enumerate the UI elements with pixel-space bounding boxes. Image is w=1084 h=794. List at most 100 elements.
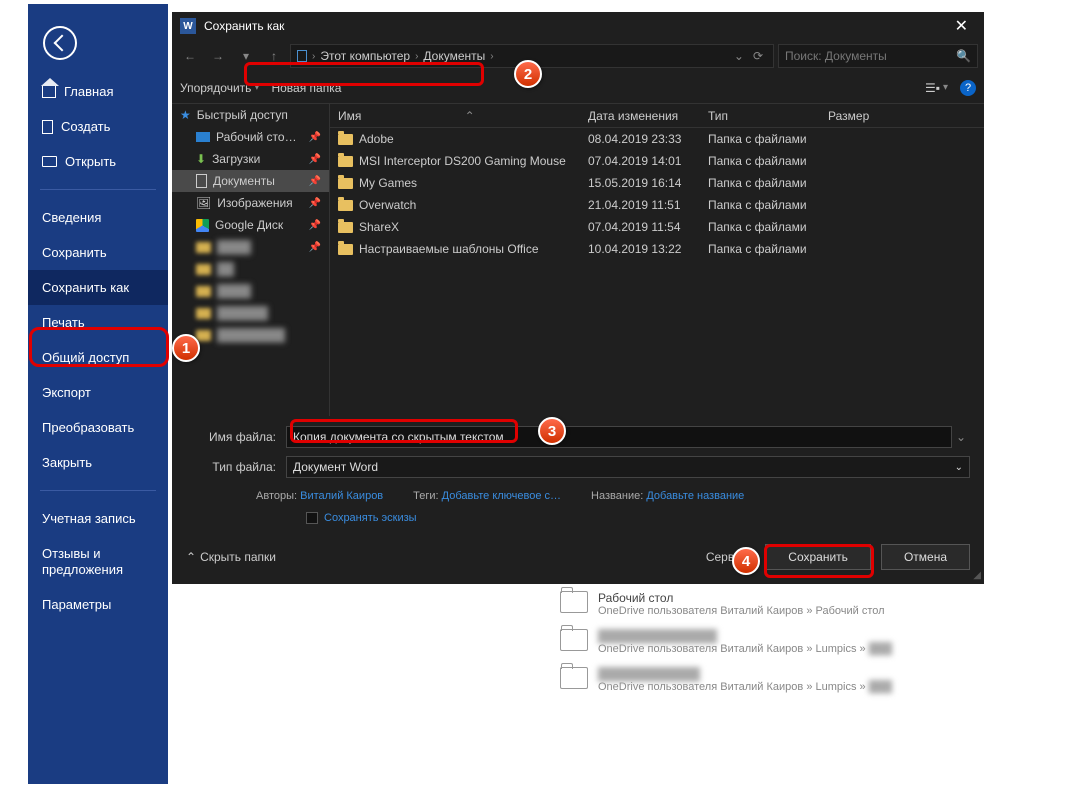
tree-gdrive[interactable]: Google Диск📌 [172, 214, 329, 236]
folder-icon [196, 308, 211, 319]
filename-label: Имя файла: [186, 430, 286, 444]
tree-downloads[interactable]: ⬇Загрузки📌 [172, 148, 329, 170]
chevron-up-icon: ⌃ [186, 550, 196, 564]
nav-save-as[interactable]: Сохранить как [28, 270, 168, 305]
file-row[interactable]: Adobe08.04.2019 23:33Папка с файлами [330, 128, 984, 150]
tree-documents[interactable]: Документы📌 [172, 170, 329, 192]
tree-folder-blur[interactable]: ██ [172, 258, 329, 280]
thumbnail-checkbox[interactable] [306, 512, 318, 524]
tags-label: Теги: [413, 490, 438, 502]
col-date[interactable]: Дата изменения [580, 109, 700, 123]
file-name: ShareX [359, 220, 399, 234]
folder-icon [42, 156, 57, 167]
new-folder-button[interactable]: Новая папка [271, 81, 341, 95]
nav-feedback[interactable]: Отзывы и предложения [28, 536, 168, 587]
chevron-down-icon: ⌄ [955, 462, 963, 473]
document-icon [196, 174, 207, 188]
bg-item[interactable]: ████████████OneDrive пользователя Витали… [560, 661, 1000, 699]
file-name: Настраиваемые шаблоны Office [359, 242, 539, 256]
folder-icon [338, 178, 353, 189]
breadcrumb-segment[interactable]: Этот компьютер [320, 49, 410, 63]
save-button[interactable]: Сохранить [765, 544, 871, 570]
nav-open[interactable]: Открыть [28, 144, 168, 179]
thumbnail-label: Сохранять эскизы [324, 512, 417, 524]
nav-recent-icon[interactable]: ▾ [234, 44, 258, 68]
col-size[interactable]: Размер [820, 109, 900, 123]
file-row[interactable]: Настраиваемые шаблоны Office 10.04.2019 1… [330, 238, 984, 260]
refresh-icon[interactable]: ⟳ [753, 49, 763, 63]
bg-item[interactable]: ██████████████OneDrive пользователя Вита… [560, 623, 1000, 661]
step-badge-2: 2 [514, 60, 542, 88]
nav-export[interactable]: Экспорт [28, 375, 168, 410]
back-button[interactable] [43, 26, 77, 60]
nav-options[interactable]: Параметры [28, 587, 168, 622]
nav-print[interactable]: Печать [28, 305, 168, 340]
tree-folder-blur[interactable]: ████ [172, 280, 329, 302]
folder-icon [338, 244, 353, 255]
step-badge-4: 4 [732, 547, 760, 575]
file-date: 10.04.2019 13:22 [580, 242, 700, 256]
file-row[interactable]: ShareX07.04.2019 11:54Папка с файлами [330, 216, 984, 238]
nav-back-icon[interactable]: ← [178, 44, 202, 68]
file-row[interactable]: Overwatch21.04.2019 11:51Папка с файлами [330, 194, 984, 216]
folder-icon [196, 242, 211, 253]
word-backstage-sidebar: Главная Создать Открыть Сведения Сохрани… [28, 4, 168, 784]
metadata-row: Авторы: Виталий Каиров Теги: Добавьте кл… [186, 486, 970, 506]
pin-icon: 📌 [309, 176, 321, 187]
combo-dropdown-icon[interactable]: ⌄ [952, 430, 970, 444]
hide-folders-button[interactable]: ⌃ Скрыть папки [186, 550, 276, 564]
tree-folder-blur[interactable]: ████📌 [172, 236, 329, 258]
tree-folder-blur[interactable]: ██████ [172, 302, 329, 324]
nav-home[interactable]: Главная [28, 74, 168, 109]
nav-close[interactable]: Закрыть [28, 445, 168, 480]
nav-share[interactable]: Общий доступ [28, 340, 168, 375]
file-row[interactable]: MSI Interceptor DS200 Gaming Mouse07.04.… [330, 150, 984, 172]
tree-images[interactable]: 🖼Изображения📌 [172, 192, 329, 214]
nav-save[interactable]: Сохранить [28, 235, 168, 270]
nav-forward-icon[interactable]: → [206, 44, 230, 68]
bg-item[interactable]: Рабочий столOneDrive пользователя Витали… [560, 585, 1000, 623]
titlemeta-value[interactable]: Добавьте название [646, 490, 744, 502]
file-date: 07.04.2019 14:01 [580, 154, 700, 168]
organize-button[interactable]: Упорядочить ▾ [180, 81, 259, 95]
col-name[interactable]: Имя⌃ [330, 109, 580, 123]
desktop-icon [196, 132, 210, 142]
breadcrumb-segment[interactable]: Документы [423, 49, 485, 63]
breadcrumb-dropdown-icon[interactable]: ⌄ [734, 49, 744, 63]
cancel-button[interactable]: Отмена [881, 544, 970, 570]
file-type: Папка с файлами [700, 154, 820, 168]
thumbnail-check-row: Сохранять эскизы [186, 506, 970, 528]
nav-transform[interactable]: Преобразовать [28, 410, 168, 445]
download-icon: ⬇ [196, 152, 206, 166]
folder-icon [560, 629, 588, 651]
nav-open-label: Открыть [65, 154, 116, 169]
chevron-right-icon: › [415, 51, 418, 62]
help-icon[interactable]: ? [960, 80, 976, 96]
nav-account[interactable]: Учетная запись [28, 501, 168, 536]
search-icon: 🔍 [956, 49, 971, 63]
titlemeta-label: Название: [591, 490, 643, 502]
resize-grip-icon[interactable]: ◢ [973, 570, 981, 581]
filename-input[interactable] [286, 426, 952, 448]
step-badge-1: 1 [172, 334, 200, 362]
authors-value[interactable]: Виталий Каиров [300, 490, 383, 502]
close-button[interactable]: ✕ [947, 14, 976, 38]
home-icon [42, 86, 56, 98]
tree-quick-access[interactable]: ★Быстрый доступ [172, 104, 329, 126]
gdrive-icon [196, 219, 209, 232]
nav-up-icon[interactable]: ↑ [262, 44, 286, 68]
authors-label: Авторы: [256, 490, 297, 502]
view-button[interactable]: ☰▪ ▾ [925, 81, 948, 95]
nav-info[interactable]: Сведения [28, 200, 168, 235]
tags-value[interactable]: Добавьте ключевое с… [442, 490, 561, 502]
filetype-combo[interactable]: Документ Word⌄ [286, 456, 970, 478]
col-type[interactable]: Тип [700, 109, 820, 123]
separator [40, 189, 156, 190]
dialog-title: Сохранить как [204, 19, 284, 33]
sort-icon: ⌃ [465, 109, 475, 123]
tree-desktop[interactable]: Рабочий сто…📌 [172, 126, 329, 148]
search-input[interactable]: Поиск: Документы 🔍 [778, 44, 978, 68]
nav-new[interactable]: Создать [28, 109, 168, 144]
file-row[interactable]: My Games15.05.2019 16:14Папка с файлами [330, 172, 984, 194]
folder-icon [338, 222, 353, 233]
